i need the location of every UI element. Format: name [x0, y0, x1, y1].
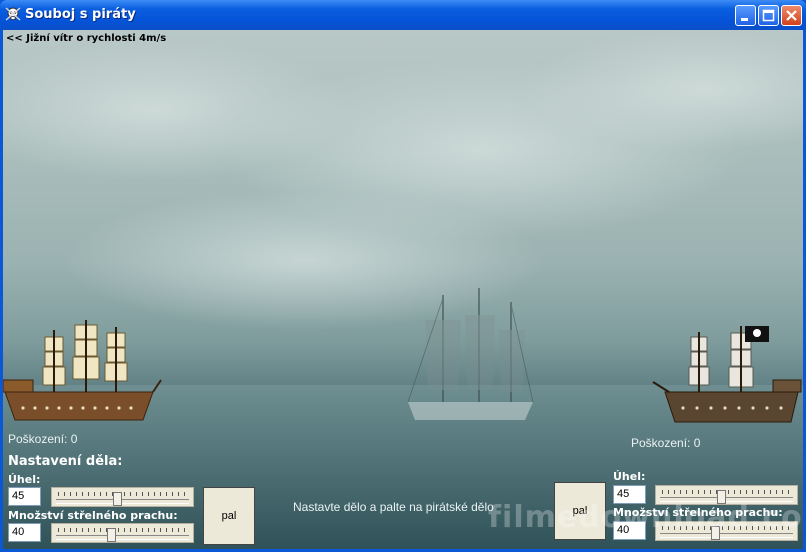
player-angle-label: Úhel: — [8, 473, 41, 486]
player-powder-input[interactable]: 40 — [8, 523, 41, 542]
player-fire-button[interactable]: pal — [203, 487, 255, 545]
minimize-button[interactable] — [735, 5, 756, 26]
player-powder-label: Množství střelného prachu: — [8, 509, 178, 522]
player-angle-input[interactable]: 45 — [8, 487, 41, 506]
pirate-ship — [652, 326, 802, 423]
pirate-damage: Poškození: 0 — [631, 436, 701, 450]
maximize-icon — [762, 9, 775, 22]
watermark: filmedownload.com — [488, 500, 803, 535]
player-powder-slider[interactable] — [51, 523, 194, 543]
cannon-setup-title: Nastavení děla: — [8, 454, 123, 469]
sea-background — [3, 30, 803, 549]
minimize-icon — [741, 18, 748, 21]
slider-thumb[interactable] — [113, 492, 122, 506]
slider-thumb[interactable] — [107, 528, 116, 542]
player-damage: Poškození: 0 — [8, 432, 78, 446]
skull-icon — [5, 7, 21, 21]
maximize-button[interactable] — [758, 5, 779, 26]
status-message: Nastavte dělo a palte na pirátské dělo — [293, 500, 494, 514]
player-angle-slider[interactable] — [51, 487, 194, 507]
wind-indicator: << Jižní vítr o rychlosti 4m/s — [6, 33, 167, 44]
window-title: Souboj s piráty — [25, 7, 136, 22]
pirate-angle-label: Úhel: — [613, 470, 646, 483]
title-bar[interactable]: Souboj s piráty — [0, 0, 806, 30]
game-area[interactable]: << Jižní vítr o rychlosti 4m/s Poškození… — [3, 30, 803, 549]
player-ship — [3, 320, 162, 421]
close-icon — [786, 10, 797, 21]
close-button[interactable] — [781, 5, 802, 26]
game-window: Souboj s piráty << Jižní vítr o rychlost… — [0, 0, 806, 552]
